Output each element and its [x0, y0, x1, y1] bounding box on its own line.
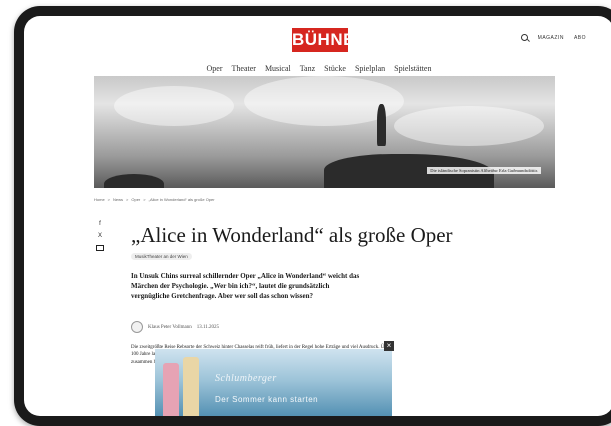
breadcrumb-separator: >	[143, 197, 146, 202]
x-icon[interactable]: X	[98, 233, 102, 239]
breadcrumb-home[interactable]: Home	[94, 197, 105, 202]
hero-caption: Die isländische Sopranistin Alfheiður Er…	[427, 167, 541, 174]
magazine-link[interactable]: MAGAZIN	[538, 35, 564, 41]
breadcrumb: Home > News > Oper > „Alice in Wonderlan…	[94, 197, 215, 202]
bottle-image	[183, 357, 199, 416]
rock-silhouette	[104, 174, 164, 188]
nav-item-oper[interactable]: Oper	[207, 64, 223, 73]
nav-item-tanz[interactable]: Tanz	[300, 64, 315, 73]
share-bar: f X	[96, 221, 104, 251]
cloud-shape	[114, 86, 234, 126]
facebook-icon[interactable]: f	[99, 221, 101, 227]
browser-viewport: BÜHNE MAGAZIN ABO Oper Theater Musical T…	[24, 16, 611, 416]
search-icon[interactable]	[520, 34, 528, 41]
breadcrumb-current: „Alice in Wonderland“ als große Oper	[148, 197, 215, 202]
tablet-frame: BÜHNE MAGAZIN ABO Oper Theater Musical T…	[14, 6, 611, 426]
breadcrumb-separator: >	[126, 197, 129, 202]
breadcrumb-news[interactable]: News	[113, 197, 123, 202]
singer-figure	[377, 104, 386, 146]
venue-tag[interactable]: MusikTheater an der Wien	[131, 253, 192, 260]
nav-item-theater[interactable]: Theater	[232, 64, 256, 73]
abo-link[interactable]: ABO	[574, 35, 586, 41]
ad-slogan: Der Sommer kann starten	[215, 395, 319, 404]
main-nav: Oper Theater Musical Tanz Stücke Spielpl…	[24, 64, 611, 73]
ad-brand: Schlumberger	[215, 373, 277, 384]
nav-item-spielstaetten[interactable]: Spielstätten	[394, 64, 431, 73]
close-icon[interactable]: ×	[384, 341, 394, 351]
hero-image: Die isländische Sopranistin Alfheiður Er…	[94, 76, 555, 188]
publish-date: 13.11.2025	[196, 324, 220, 330]
site-logo[interactable]: BÜHNE	[292, 28, 354, 52]
nav-item-stuecke[interactable]: Stücke	[324, 64, 346, 73]
breadcrumb-separator: >	[107, 197, 111, 202]
advertisement-banner[interactable]: × Schlumberger Der Sommer kann starten	[155, 341, 394, 416]
article-title: „Alice in Wonderland“ als große Oper	[131, 223, 453, 247]
article-lead: In Unsuk Chins surreal schillernder Oper…	[131, 272, 360, 300]
header-actions: MAGAZIN ABO	[520, 34, 586, 41]
author-row: Klaus Peter Vollmann 13.11.2025	[131, 321, 219, 333]
bottle-image	[163, 363, 179, 416]
author-avatar	[131, 321, 143, 333]
breadcrumb-oper[interactable]: Oper	[131, 197, 140, 202]
mail-icon[interactable]	[96, 245, 104, 251]
nav-item-spielplan[interactable]: Spielplan	[355, 64, 385, 73]
nav-item-musical[interactable]: Musical	[265, 64, 291, 73]
cloud-shape	[394, 106, 544, 146]
author-name[interactable]: Klaus Peter Vollmann	[148, 325, 192, 330]
